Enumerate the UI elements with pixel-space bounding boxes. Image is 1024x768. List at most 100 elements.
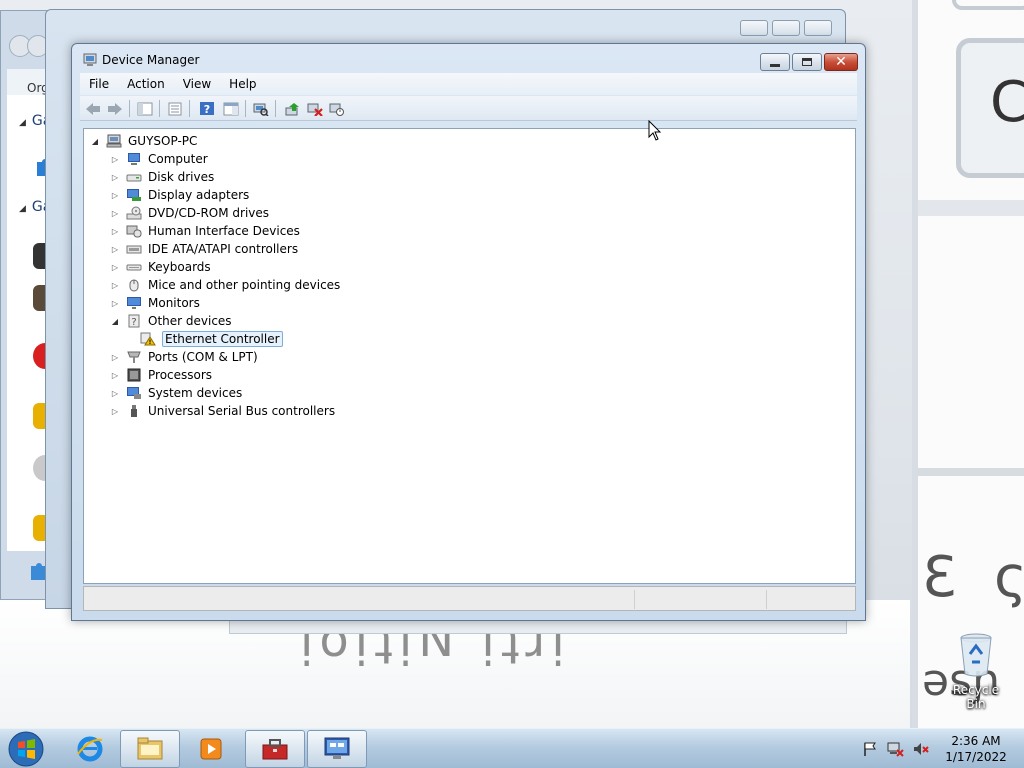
- help-icon[interactable]: ?: [198, 100, 216, 117]
- tree-category-label: Other devices: [148, 314, 232, 328]
- mouse-icon: [126, 278, 142, 292]
- expand-arrow-icon[interactable]: ▷: [110, 191, 120, 200]
- recycle-bin[interactable]: Recycle Bin: [942, 632, 1010, 711]
- start-button[interactable]: [4, 730, 48, 768]
- toolbar: ?: [80, 96, 857, 121]
- computer-icon: [126, 152, 142, 166]
- tree-category[interactable]: ▷ Universal Serial Bus controllers: [110, 402, 335, 420]
- expand-arrow-icon[interactable]: ▷: [110, 227, 120, 236]
- internet-explorer-icon: [77, 736, 103, 762]
- properties-icon[interactable]: [166, 100, 184, 117]
- computer-root-icon: [106, 134, 122, 148]
- mouse-cursor-icon: [648, 120, 662, 141]
- taskbar-toolbox[interactable]: [245, 730, 305, 768]
- file-explorer-icon: [137, 737, 163, 760]
- media-player-icon: [200, 738, 222, 760]
- device-tree[interactable]: ◢ GUYSOP-PC ▷ Computer ▷ Disk drives ▷ D…: [83, 128, 856, 584]
- tree-category-label: Disk drives: [148, 170, 215, 184]
- tree-category[interactable]: ◢ ? Other devices: [110, 312, 232, 330]
- disk-drive-icon: [126, 170, 142, 184]
- tree-category-label: Processors: [148, 368, 213, 382]
- tree-category-label: Keyboards: [148, 260, 211, 274]
- maximize-button[interactable]: [772, 20, 800, 36]
- tree-category[interactable]: ▷ Monitors: [110, 294, 200, 312]
- taskbar-media-player[interactable]: [181, 730, 241, 768]
- recycle-bin-icon: [960, 633, 992, 677]
- device-manager-window[interactable]: Device Manager ✕ File Action View Help ?: [71, 43, 866, 621]
- tree-category-label: Display adapters: [148, 188, 250, 202]
- device-manager-icon: [324, 737, 350, 759]
- update-driver-icon[interactable]: [284, 100, 302, 117]
- expand-arrow-icon[interactable]: ▷: [110, 389, 120, 398]
- taskbar-internet-explorer[interactable]: [60, 730, 120, 768]
- maximize-icon: [802, 58, 812, 66]
- tree-category[interactable]: ▷ Display adapters: [110, 186, 249, 204]
- tree-category[interactable]: ▷ Computer: [110, 150, 208, 168]
- hid-icon: [126, 224, 142, 238]
- tree-category[interactable]: ▷ Ports (COM & LPT): [110, 348, 258, 366]
- clock[interactable]: 2:36 AM 1/17/2022: [940, 733, 1012, 765]
- menu-help[interactable]: Help: [220, 74, 265, 94]
- monitor-icon: [126, 296, 142, 310]
- background-window-right: C Ɛ ς əsɲ: [912, 0, 1024, 728]
- tree-category[interactable]: ▷ System devices: [110, 384, 242, 402]
- expand-arrow-icon[interactable]: ▷: [110, 209, 120, 218]
- tree-root[interactable]: ◢ GUYSOP-PC: [90, 132, 197, 150]
- dvd-drive-icon: [126, 206, 142, 220]
- uninstall-icon[interactable]: [306, 100, 324, 117]
- minimize-button[interactable]: [740, 20, 768, 36]
- close-button[interactable]: [804, 20, 832, 36]
- clock-date: 1/17/2022: [945, 750, 1007, 764]
- system-tray: [862, 733, 930, 765]
- volume-muted-icon[interactable]: [912, 741, 930, 757]
- action-pane-icon[interactable]: [222, 100, 240, 117]
- console-tree-icon[interactable]: [136, 100, 154, 117]
- usb-icon: [126, 404, 142, 418]
- tree-category-label: Universal Serial Bus controllers: [148, 404, 336, 418]
- expand-arrow-icon[interactable]: ▷: [110, 245, 120, 254]
- tree-category[interactable]: ▷ Human Interface Devices: [110, 222, 300, 240]
- menu-view[interactable]: View: [174, 74, 220, 94]
- tree-device-item[interactable]: Ethernet Controller: [140, 330, 283, 348]
- expand-arrow-icon[interactable]: ▷: [110, 155, 120, 164]
- close-icon: ✕: [835, 54, 847, 70]
- tree-category[interactable]: ▷ Keyboards: [110, 258, 211, 276]
- tree-category[interactable]: ▷ Disk drives: [110, 168, 214, 186]
- collapse-arrow-icon[interactable]: ◢: [110, 317, 120, 326]
- tree-device-label[interactable]: Ethernet Controller: [162, 331, 283, 347]
- disable-device-icon[interactable]: [328, 100, 346, 117]
- back-arrow-icon[interactable]: [84, 100, 102, 117]
- tree-category[interactable]: ▷ DVD/CD-ROM drives: [110, 204, 269, 222]
- expand-arrow-icon[interactable]: ▷: [110, 353, 120, 362]
- tree-category[interactable]: ▷ Processors: [110, 366, 212, 384]
- tree-root-label: GUYSOP-PC: [128, 134, 198, 148]
- taskbar-device-manager[interactable]: [307, 730, 367, 768]
- taskbar-file-explorer[interactable]: [120, 730, 180, 768]
- expand-arrow-icon[interactable]: ▷: [110, 299, 120, 308]
- forward-arrow-icon[interactable]: [106, 100, 124, 117]
- network-icon[interactable]: [886, 741, 904, 757]
- device-manager-icon: [83, 53, 97, 66]
- expand-arrow-icon[interactable]: ▷: [110, 281, 120, 290]
- expand-arrow-icon[interactable]: ▷: [110, 371, 120, 380]
- windows-start-icon: [8, 731, 44, 767]
- scan-hardware-icon[interactable]: [252, 100, 270, 117]
- clock-time: 2:36 AM: [951, 734, 1001, 748]
- menu-file[interactable]: File: [80, 74, 118, 94]
- tree-category[interactable]: ▷ Mice and other pointing devices: [110, 276, 340, 294]
- keyboard-icon: [126, 260, 142, 274]
- tree-category-label: Computer: [148, 152, 208, 166]
- expand-arrow-icon[interactable]: ▷: [110, 407, 120, 416]
- minimize-button[interactable]: [760, 53, 790, 71]
- menu-action[interactable]: Action: [118, 74, 174, 94]
- maximize-button[interactable]: [792, 53, 822, 71]
- close-button[interactable]: ✕: [824, 53, 858, 71]
- system-devices-icon: [126, 386, 142, 400]
- collapse-arrow-icon[interactable]: ◢: [90, 137, 100, 146]
- window-title: Device Manager: [102, 53, 200, 67]
- expand-arrow-icon[interactable]: ▷: [110, 173, 120, 182]
- action-center-flag-icon[interactable]: [862, 741, 878, 757]
- expand-arrow-icon[interactable]: ▷: [110, 263, 120, 272]
- tree-category[interactable]: ▷ IDE ATA/ATAPI controllers: [110, 240, 298, 258]
- svg-text:?: ?: [131, 317, 136, 328]
